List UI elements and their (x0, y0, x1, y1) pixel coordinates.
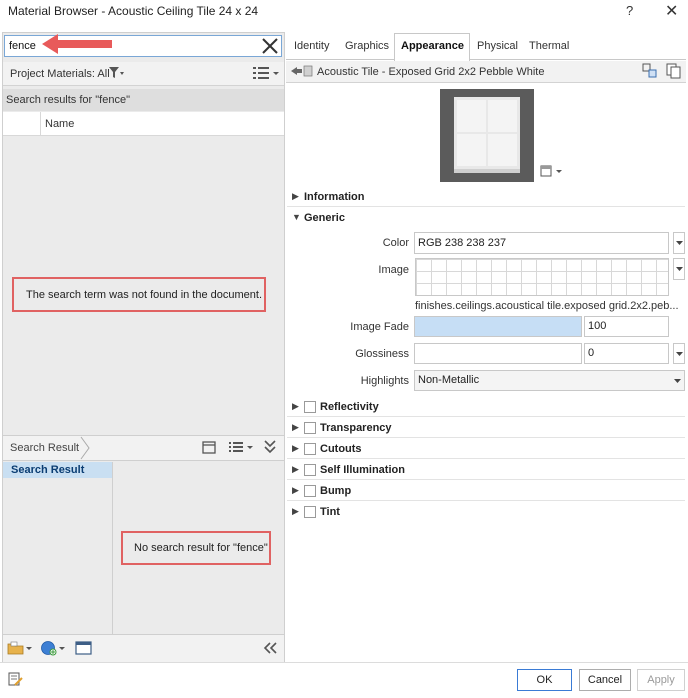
document-edit-icon[interactable] (7, 671, 23, 687)
image-label: Image (378, 264, 409, 276)
ok-button[interactable]: OK (517, 669, 572, 691)
image-path[interactable]: finishes.ceilings.acoustical tile.expose… (415, 300, 679, 312)
asset-name: Acoustic Tile - Exposed Grid 2x2 Pebble … (317, 66, 545, 78)
transparency-checkbox[interactable] (304, 422, 316, 434)
column-divider[interactable] (40, 112, 41, 136)
cancel-button[interactable]: Cancel (579, 669, 631, 691)
expand-triangle-icon[interactable]: ▶ (292, 443, 299, 454)
collapse-left-icon[interactable] (262, 640, 278, 656)
tab-appearance-label[interactable]: Appearance (401, 40, 464, 52)
image-dropdown[interactable] (673, 258, 685, 280)
highlights-select[interactable]: Non-Metallic (414, 370, 685, 391)
glossiness-slider[interactable] (414, 343, 582, 364)
column-header-name[interactable]: Name (45, 118, 74, 130)
section-reflectivity[interactable]: ▶ Reflectivity (287, 397, 685, 417)
close-button[interactable]: ✕ (665, 1, 678, 21)
bump-checkbox[interactable] (304, 485, 316, 497)
chevron-down-icon (676, 352, 683, 356)
title-bar: Material Browser - Acoustic Ceiling Tile… (0, 0, 688, 24)
tree-item-label: Search Result (11, 464, 85, 476)
collapse-down-icon[interactable] (263, 439, 277, 455)
section-cutouts[interactable]: ▶ Cutouts (287, 439, 685, 459)
no-result-message: No search result for "fence" (134, 542, 268, 554)
color-label: Color (382, 237, 409, 249)
tab-graphics[interactable]: Graphics (345, 40, 389, 52)
tab-identity[interactable]: Identity (294, 40, 329, 52)
section-tint[interactable]: ▶ Tint (287, 502, 685, 522)
asset-browser-icon[interactable] (75, 640, 92, 656)
section-self-illumination[interactable]: ▶ Self Illumination (287, 460, 685, 480)
section-bump[interactable]: ▶ Bump (287, 481, 685, 501)
swap-asset-icon[interactable] (642, 63, 658, 79)
tab-physical[interactable]: Physical (477, 40, 518, 52)
not-found-message: The search term was not found in the doc… (26, 289, 263, 301)
search-results-label: Search results for "fence" (6, 94, 130, 106)
cutouts-checkbox[interactable] (304, 443, 316, 455)
self-illumination-checkbox[interactable] (304, 464, 316, 476)
glossiness-dropdown[interactable] (673, 343, 685, 364)
reflectivity-checkbox[interactable] (304, 401, 316, 413)
glossiness-field[interactable]: 0 (584, 343, 669, 364)
image-fade-slider[interactable] (414, 316, 582, 337)
color-field[interactable]: RGB 238 238 237 (414, 232, 669, 254)
breadcrumb-chevron-icon (80, 436, 90, 460)
chevron-down-icon (676, 241, 683, 245)
search-result-tree (3, 462, 113, 634)
list-view-icon[interactable] (228, 441, 254, 454)
tab-thermal[interactable]: Thermal (529, 40, 569, 52)
section-generic[interactable]: ▼ Generic (287, 208, 685, 228)
expand-triangle-icon[interactable]: ▶ (292, 506, 299, 517)
chevron-down-icon (674, 379, 681, 383)
create-material-icon[interactable] (40, 640, 66, 656)
clear-search-icon[interactable] (260, 37, 280, 55)
expand-triangle-icon[interactable]: ▶ (292, 401, 299, 412)
project-materials-label[interactable]: Project Materials: All (10, 68, 110, 80)
preview-options-icon[interactable] (540, 165, 564, 177)
help-button[interactable]: ? (626, 3, 633, 18)
expand-triangle-icon[interactable]: ▶ (292, 191, 299, 202)
expand-triangle-icon[interactable]: ▶ (292, 422, 299, 433)
expand-triangle-icon[interactable]: ▶ (292, 464, 299, 475)
tint-checkbox[interactable] (304, 506, 316, 518)
collapse-triangle-icon[interactable]: ▼ (292, 212, 301, 222)
red-arrow-annotation-icon (42, 34, 112, 54)
filter-icon[interactable] (108, 66, 124, 80)
image-fade-field[interactable]: 100 (584, 316, 669, 337)
color-dropdown[interactable] (673, 232, 685, 254)
window-title: Material Browser - Acoustic Ceiling Tile… (8, 4, 259, 18)
section-transparency[interactable]: ▶ Transparency (287, 418, 685, 438)
image-fade-label: Image Fade (350, 321, 409, 333)
image-thumbnail-field[interactable] (415, 258, 669, 296)
apply-button[interactable]: Apply (637, 669, 685, 691)
expand-triangle-icon[interactable]: ▶ (292, 485, 299, 496)
material-preview-image (440, 89, 534, 182)
section-information[interactable]: ▶ Information (287, 187, 685, 207)
window-toggle-icon[interactable] (202, 441, 216, 454)
view-options-icon[interactable] (252, 66, 282, 80)
highlights-label: Highlights (360, 375, 409, 387)
replace-asset-icon[interactable] (290, 64, 314, 78)
open-library-icon[interactable] (7, 640, 33, 656)
chevron-down-icon (676, 267, 683, 271)
search-result-breadcrumb[interactable]: Search Result (10, 442, 79, 454)
glossiness-label: Glossiness (355, 348, 409, 360)
duplicate-asset-icon[interactable] (666, 63, 682, 79)
